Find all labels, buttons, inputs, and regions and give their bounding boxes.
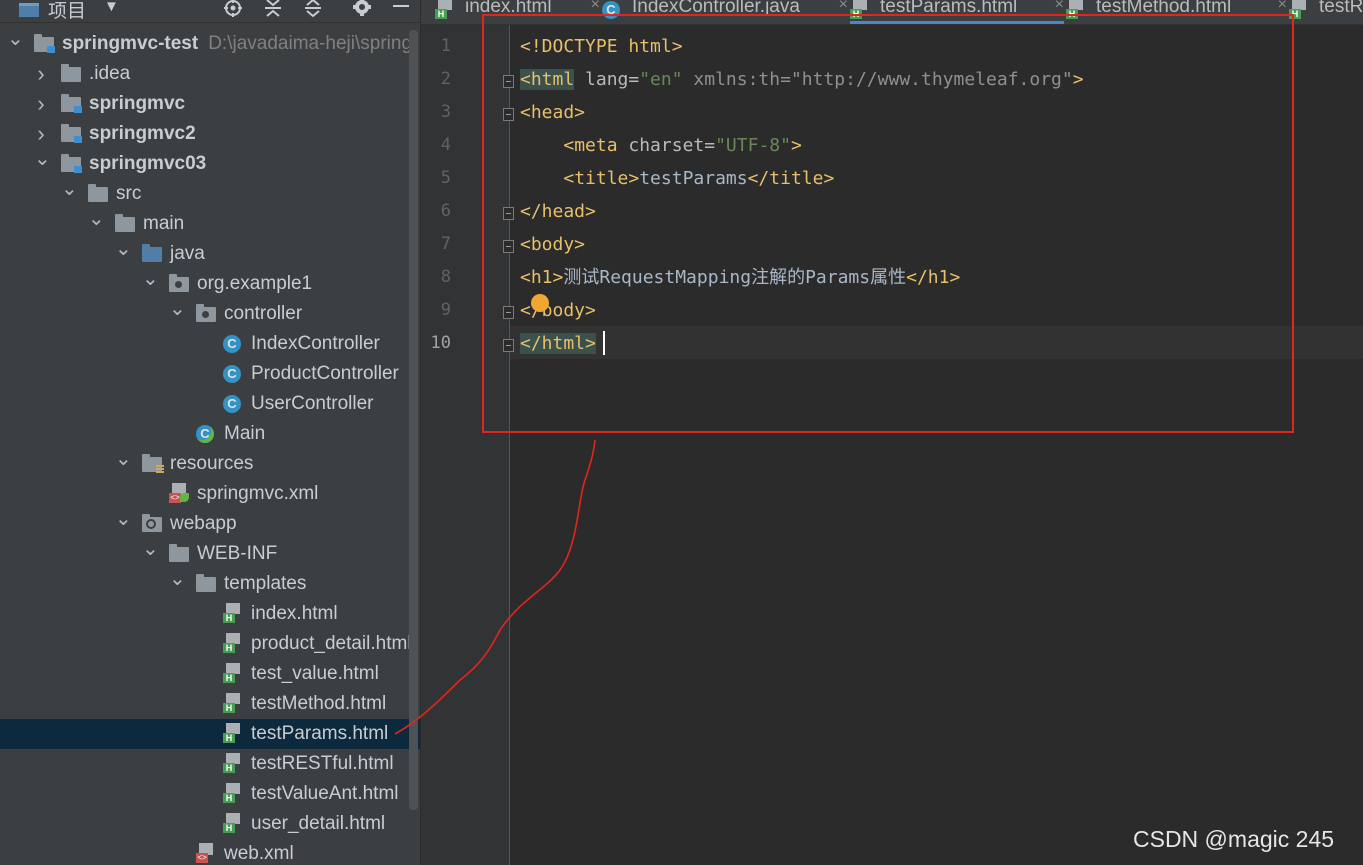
annotation-arrow-curve [394, 439, 596, 735]
watermark: CSDN @magic 245 [1133, 826, 1335, 852]
